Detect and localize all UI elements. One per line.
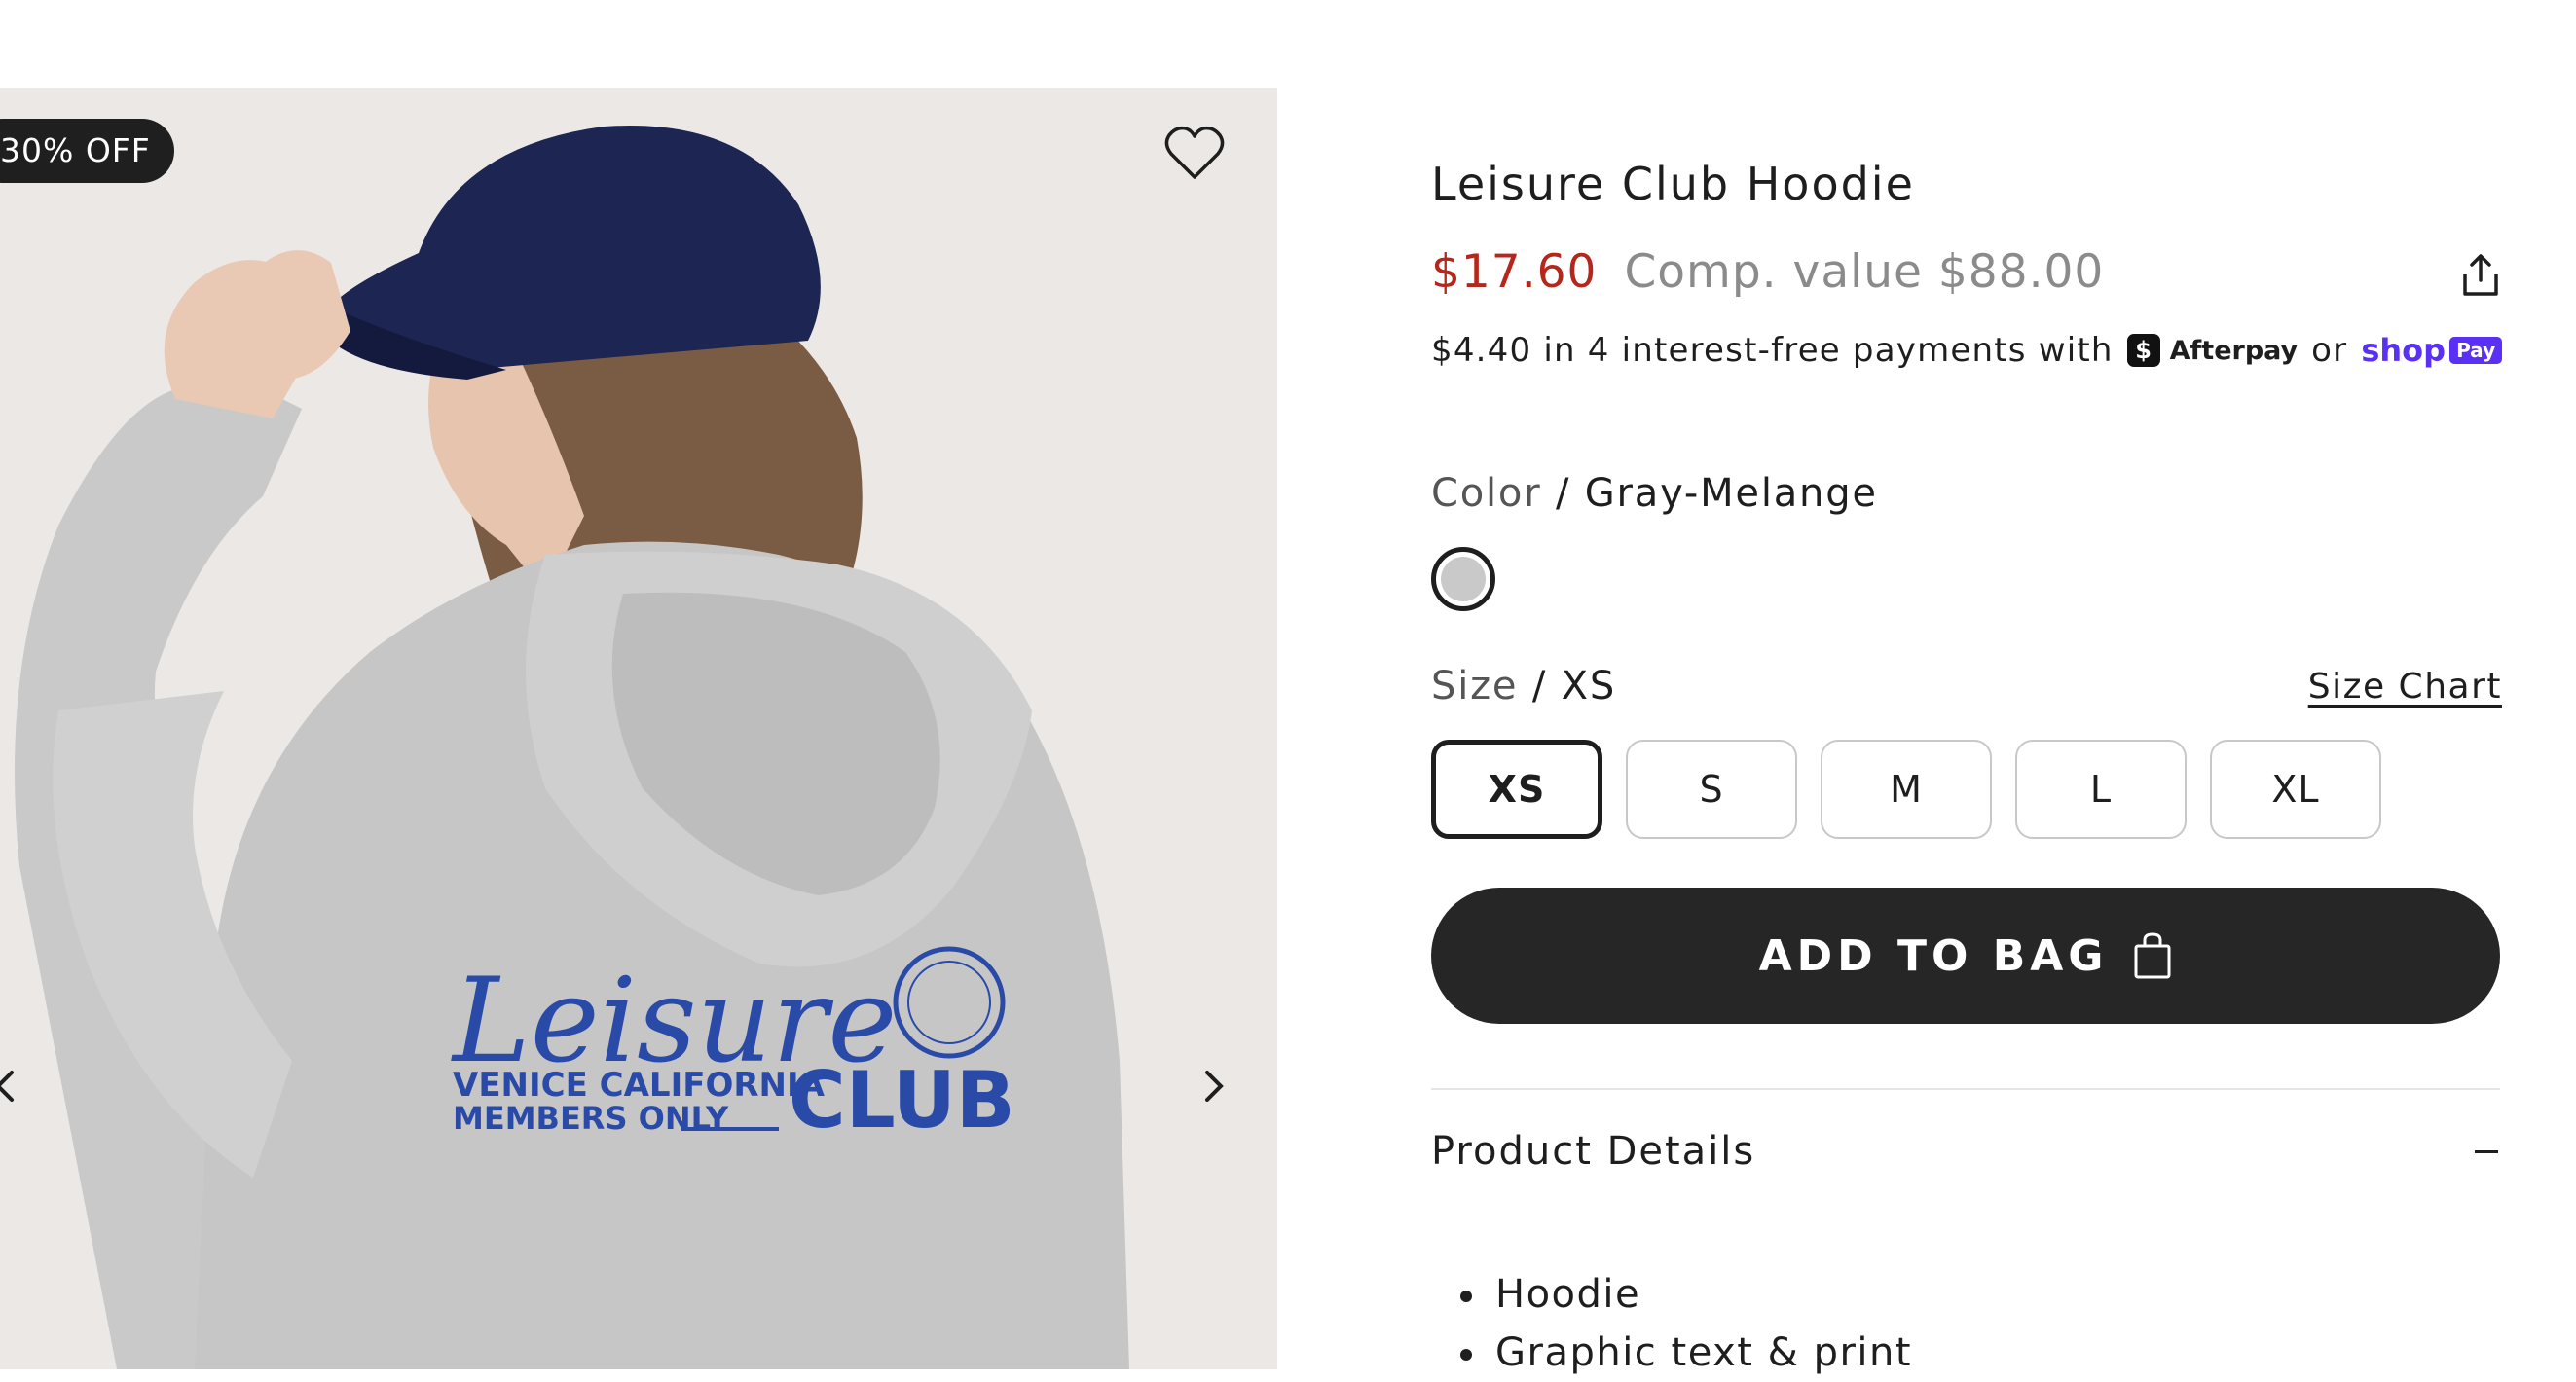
share-icon[interactable] [2457, 251, 2504, 300]
size-chart-link[interactable]: Size Chart [2308, 667, 2502, 707]
size-selector: XS S M L XL [1431, 740, 2381, 839]
installments-row: $4.40 in 4 interest-free payments with $… [1431, 331, 2503, 370]
heart-icon[interactable] [1163, 125, 1226, 183]
product-image-gallery[interactable]: Leisure VENICE CALIFORNIA MEMBERS ONLY C… [0, 88, 1277, 1369]
or-text: or [2311, 331, 2348, 370]
product-photo: Leisure VENICE CALIFORNIA MEMBERS ONLY C… [15, 126, 1129, 1369]
comp-value: Comp. value $88.00 [1624, 245, 2105, 299]
color-value: Gray-Melange [1584, 471, 1878, 516]
chevron-left-icon[interactable] [0, 1067, 25, 1106]
size-button-xl[interactable]: XL [2210, 740, 2381, 839]
color-swatch-gray-melange[interactable] [1431, 547, 1495, 611]
size-option-label: Size / XS [1431, 664, 1617, 709]
swatch-fill [1441, 557, 1486, 601]
afterpay-logo[interactable]: $ Afterpay [2126, 334, 2299, 367]
print-line2-text: MEMBERS ONLY [453, 1100, 729, 1137]
size-button-s[interactable]: S [1626, 740, 1797, 839]
discount-badge: 30% OFF [0, 119, 174, 183]
sale-price: $17.60 [1431, 245, 1598, 299]
installments-text: $4.40 in 4 interest-free payments with [1431, 331, 2114, 370]
add-to-bag-label: ADD TO BAG [1758, 930, 2109, 981]
size-button-m[interactable]: M [1821, 740, 1992, 839]
size-value: XS [1561, 664, 1617, 709]
size-button-xs[interactable]: XS [1431, 740, 1602, 839]
size-button-l[interactable]: L [2015, 740, 2187, 839]
list-item: Graphic text & print [1460, 1324, 1912, 1382]
shopping-bag-icon [2134, 932, 2171, 979]
color-option-label: Color / Gray-Melange [1431, 471, 1878, 516]
divider [1431, 1088, 2500, 1090]
add-to-bag-button[interactable]: ADD TO BAG [1431, 888, 2500, 1024]
color-label: Color [1431, 471, 1542, 516]
price-row: $17.60 Comp. value $88.00 [1431, 245, 2104, 299]
shoppay-logo[interactable]: shop Pay [2361, 332, 2503, 369]
shoppay-label: shop [2361, 332, 2447, 369]
shoppay-pay-label: Pay [2449, 337, 2503, 364]
list-item: Hoodie [1460, 1265, 1912, 1324]
product-title: Leisure Club Hoodie [1431, 158, 1915, 210]
product-details-title: Product Details [1431, 1129, 1756, 1174]
size-label: Size [1431, 664, 1519, 709]
product-details-list: Hoodie Graphic text & print [1460, 1265, 1912, 1382]
afterpay-icon: $ [2126, 334, 2160, 367]
minus-icon [2475, 1149, 2498, 1153]
chevron-right-icon[interactable] [1194, 1067, 1233, 1106]
print-club-text: CLUB [789, 1055, 1015, 1146]
afterpay-label: Afterpay [2169, 335, 2299, 366]
product-details-toggle[interactable]: Product Details [1431, 1129, 2500, 1174]
print-line1-text: VENICE CALIFORNIA [453, 1066, 826, 1105]
